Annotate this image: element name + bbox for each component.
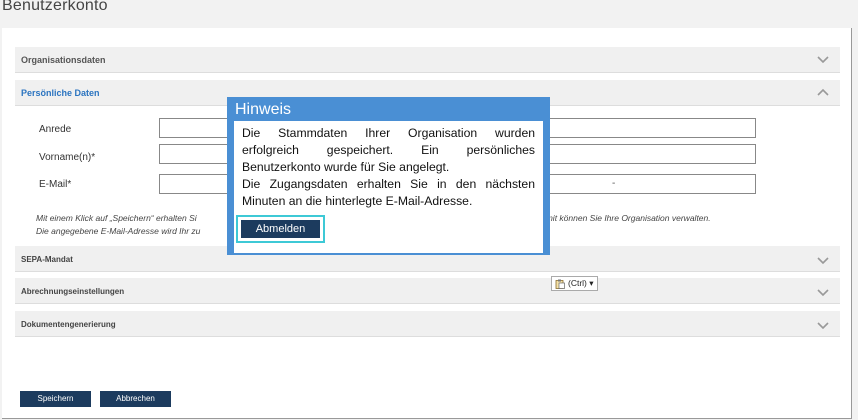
chevron-down-icon[interactable] <box>816 285 830 299</box>
email-label: E-Mail* <box>39 179 72 190</box>
dialog-title: Hinweis <box>235 101 292 118</box>
dialog-message-paragraph-1: Die Stammdaten Ihrer Organisation wurden… <box>242 126 535 174</box>
firstname-label: Vorname(n)* <box>39 152 96 163</box>
chevron-down-icon[interactable] <box>816 52 830 66</box>
paste-options-label: (Ctrl) <box>568 278 587 288</box>
dropdown-arrow-icon: ▾ <box>589 278 594 288</box>
section-documents-header[interactable]: Dokumentengenerierung <box>15 311 840 337</box>
note-line-1-end: amit können Sie Ihre Organisation verwal… <box>541 213 711 223</box>
email-value: - <box>612 178 616 189</box>
paste-options-button[interactable]: (Ctrl) ▾ <box>551 276 598 291</box>
note-line-1-start: Mit einem Klick auf „Speichern“ erhalten… <box>36 213 197 223</box>
chevron-down-icon[interactable] <box>816 253 830 267</box>
section-organisation-header[interactable]: Organisationsdaten <box>15 47 840 73</box>
dialog-message: Die Stammdaten Ihrer Organisation wurden… <box>242 125 535 210</box>
save-button[interactable]: Speichern <box>20 391 91 407</box>
section-billing-label: Abrechnungseinstellungen <box>21 287 125 296</box>
logout-button-focus-ring: Abmelden <box>236 215 325 243</box>
logout-button[interactable]: Abmelden <box>241 220 320 238</box>
section-sepa-label: SEPA-Mandat <box>21 255 73 264</box>
salutation-label: Anrede <box>39 124 72 135</box>
section-personal-label: Persönliche Daten <box>21 88 100 98</box>
section-billing-header[interactable]: Abrechnungseinstellungen <box>15 278 840 304</box>
section-documents-label: Dokumentengenerierung <box>21 320 116 329</box>
dialog-body: Die Stammdaten Ihrer Organisation wurden… <box>234 121 543 253</box>
hinweis-dialog: Hinweis Die Stammdaten Ihrer Organisatio… <box>227 97 550 255</box>
section-organisation-label: Organisationsdaten <box>21 55 106 65</box>
chevron-up-icon[interactable] <box>816 85 830 99</box>
clipboard-icon <box>555 279 565 289</box>
page-title: Benutzerkonto <box>2 0 108 14</box>
chevron-down-icon[interactable] <box>816 318 830 332</box>
note-line-2: Die angegebene E-Mail-Adresse wird Ihr z… <box>36 226 201 236</box>
cancel-button[interactable]: Abbrechen <box>100 391 171 407</box>
dialog-message-paragraph-2: Die Zugangsdaten erhalten Sie in den näc… <box>242 177 535 208</box>
